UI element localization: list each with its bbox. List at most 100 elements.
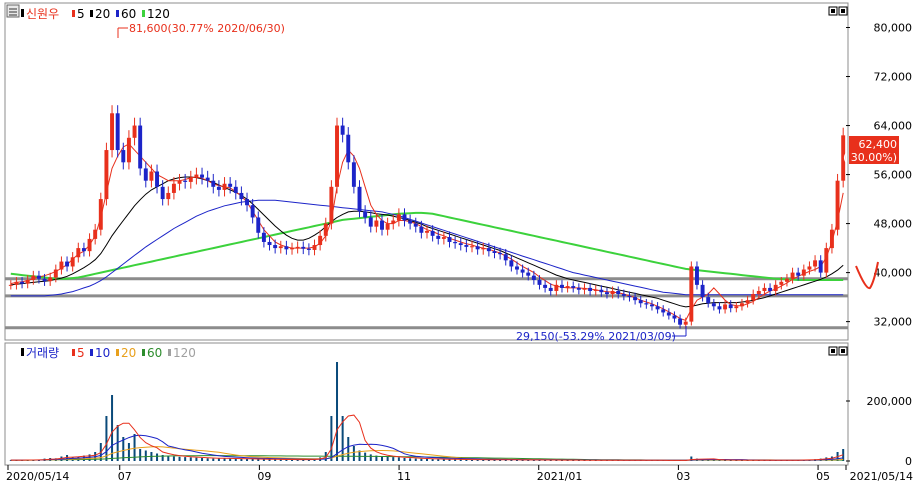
- volume-legend-label-60: 60: [147, 346, 162, 360]
- candle: [335, 125, 339, 187]
- candle: [36, 275, 41, 279]
- chart-settings-icon[interactable]: [6, 4, 20, 18]
- candle: [728, 304, 733, 309]
- candle: [408, 220, 413, 224]
- candle: [756, 290, 761, 295]
- candle: [576, 287, 581, 290]
- candle: [796, 272, 801, 276]
- volume-bar: [240, 458, 243, 461]
- candle: [267, 241, 272, 246]
- candle: [441, 237, 446, 239]
- candle: [768, 287, 773, 291]
- candle: [239, 192, 244, 200]
- candle: [638, 300, 643, 304]
- candle: [492, 251, 497, 253]
- candle: [745, 300, 750, 304]
- candle: [177, 180, 182, 184]
- candle: [661, 309, 666, 313]
- candle: [396, 214, 401, 221]
- price-legend: 신원우 5 20 60 120: [21, 7, 170, 21]
- candle: [779, 281, 784, 285]
- candle: [554, 284, 559, 291]
- candle: [323, 223, 328, 236]
- candle: [419, 226, 424, 233]
- candle: [790, 272, 795, 279]
- legend-label-20: 20: [95, 7, 110, 21]
- candle: [666, 312, 671, 316]
- candle: [475, 246, 480, 250]
- candle: [216, 186, 221, 190]
- candle: [340, 125, 345, 135]
- candle: [548, 287, 553, 291]
- volume-legend-swatch-60: [142, 349, 145, 356]
- candle: [126, 137, 131, 163]
- candle: [531, 275, 536, 280]
- candle: [301, 246, 306, 249]
- candle: [81, 248, 86, 252]
- candle: [481, 248, 486, 250]
- candle: [706, 297, 711, 304]
- candle: [59, 261, 64, 270]
- candle: [447, 237, 452, 242]
- volume-tick-label: 0: [905, 455, 912, 468]
- high-annotation-text: 81,600(30.77% 2020/06/30): [129, 22, 285, 35]
- candle: [458, 243, 463, 246]
- legend-marker: [21, 348, 24, 356]
- volume-legend-label-5: 5: [77, 346, 85, 360]
- legend-swatch-60: [116, 10, 119, 17]
- candle: [31, 275, 36, 280]
- volume-bar: [156, 453, 159, 461]
- volume-legend-label-20: 20: [121, 346, 136, 360]
- volume-legend-swatch-10: [90, 349, 93, 356]
- current-price-text: 62,400: [859, 138, 898, 151]
- candle: [42, 278, 47, 282]
- x-tick-label: 07: [118, 470, 132, 483]
- candle: [138, 125, 143, 169]
- candle: [464, 245, 469, 247]
- candle: [329, 186, 334, 224]
- legend-swatch-5: [72, 10, 75, 17]
- volume-bar: [105, 416, 108, 461]
- candle: [295, 246, 300, 249]
- candle: [582, 287, 587, 290]
- candle: [87, 238, 92, 252]
- volume-bar: [336, 362, 339, 461]
- candle: [621, 294, 626, 296]
- x-tick-label: 05: [816, 470, 830, 483]
- candle: [368, 217, 373, 227]
- candle: [515, 266, 519, 270]
- candle: [824, 248, 829, 273]
- current-price-badge: 62,400 ( 30.00%): [843, 136, 899, 164]
- candle: [183, 180, 188, 182]
- candle: [306, 248, 311, 250]
- candle: [503, 254, 508, 261]
- candle: [762, 287, 767, 291]
- volume-bar: [206, 458, 209, 461]
- candle: [560, 284, 564, 288]
- candle: [273, 245, 278, 249]
- volume-bar: [229, 458, 232, 461]
- candle: [233, 186, 238, 193]
- current-change-text: ( 30.00%): [843, 151, 897, 164]
- candle: [20, 281, 25, 284]
- x-tick-label: 2021/01: [537, 470, 583, 483]
- x-tick-label: 11: [397, 470, 411, 483]
- volume-legend-swatch-20: [116, 349, 119, 356]
- candle: [160, 186, 165, 200]
- volume-bar: [201, 458, 204, 461]
- volume-bar: [414, 458, 417, 461]
- candle: [509, 260, 514, 267]
- candle: [633, 297, 638, 301]
- candle: [351, 162, 356, 187]
- volume-pane: [4, 342, 849, 466]
- candle: [188, 177, 193, 182]
- volume-bar: [369, 454, 372, 461]
- candle: [346, 134, 351, 163]
- candle: [610, 290, 615, 295]
- candle: [143, 168, 148, 181]
- price-tick-label: 56,000: [874, 169, 913, 182]
- volume-bar: [111, 395, 114, 461]
- candle: [250, 205, 255, 218]
- candle: [689, 266, 694, 322]
- stock-chart: 신원우 5 20 60 120 거래량 5 10 20 60 120 80,000 72,000…: [4, 2, 913, 483]
